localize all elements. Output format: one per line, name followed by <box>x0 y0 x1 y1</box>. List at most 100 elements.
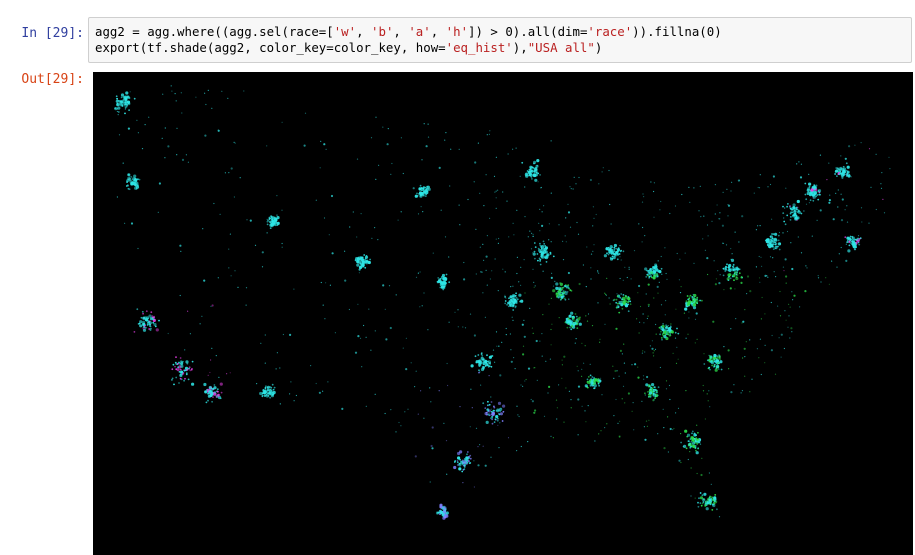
map-dot <box>851 240 854 243</box>
map-dot <box>868 148 871 150</box>
map-dot <box>654 395 657 398</box>
map-dot <box>758 187 761 189</box>
map-dot <box>490 410 493 413</box>
map-dot <box>703 353 705 355</box>
map-dot <box>457 326 459 328</box>
map-dot <box>520 299 524 303</box>
map-dot <box>463 278 466 281</box>
map-dot <box>218 376 220 378</box>
map-dot <box>759 225 761 227</box>
map-dot <box>133 174 137 178</box>
map-dot <box>367 260 371 265</box>
map-dot <box>522 353 525 356</box>
map-dot <box>494 418 497 421</box>
map-dot <box>356 263 360 267</box>
map-dot <box>180 371 183 374</box>
map-dot <box>421 159 423 161</box>
map-dot <box>562 259 565 261</box>
map-dot <box>813 184 816 187</box>
map-dot <box>462 326 464 328</box>
map-dot <box>512 304 515 307</box>
map-dot <box>619 277 621 280</box>
map-dot <box>618 253 621 255</box>
map-dot <box>217 390 219 393</box>
map-dot <box>471 407 473 409</box>
map-dot <box>716 508 718 511</box>
map-dot <box>697 447 700 450</box>
code-cell[interactable]: agg2 = agg.where((agg.sel(race=['w', 'b'… <box>88 17 912 63</box>
map-dot <box>625 304 628 307</box>
map-dot <box>789 205 791 207</box>
map-dot <box>732 263 735 266</box>
map-dot <box>659 366 662 369</box>
map-dot <box>714 368 718 372</box>
map-dot <box>688 317 690 319</box>
map-dot <box>520 284 522 286</box>
map-dot <box>639 305 642 308</box>
map-dot <box>701 457 703 459</box>
map-dot <box>880 187 883 189</box>
map-dot <box>181 158 185 161</box>
map-dot <box>586 378 589 381</box>
map-dot <box>485 255 488 258</box>
map-dot <box>491 418 493 421</box>
map-dot <box>574 342 576 344</box>
map-dot <box>779 290 781 293</box>
map-dot <box>688 296 691 298</box>
map-dot <box>578 282 581 286</box>
map-dot <box>175 100 177 102</box>
map-dot <box>733 279 735 282</box>
map-dot <box>631 364 633 366</box>
map-dot <box>484 464 487 467</box>
map-dot <box>792 206 796 210</box>
map-dot <box>648 391 653 395</box>
map-dot <box>429 387 431 389</box>
map-dot <box>709 406 711 408</box>
map-dot <box>361 263 365 267</box>
map-dot <box>681 193 683 196</box>
map-dot <box>577 398 580 401</box>
map-dot <box>615 247 617 250</box>
map-dot <box>504 294 506 296</box>
map-dot <box>660 337 663 339</box>
map-dot <box>545 248 548 250</box>
map-dot <box>509 333 511 335</box>
map-dot <box>671 331 674 334</box>
map-dot <box>429 481 431 483</box>
map-dot <box>512 295 514 298</box>
map-dot <box>690 467 692 469</box>
map-dot <box>719 358 721 360</box>
map-dot <box>593 387 595 390</box>
map-dot <box>714 494 717 496</box>
map-dot <box>703 215 705 217</box>
map-dot <box>792 203 796 207</box>
map-dot <box>741 322 743 324</box>
map-dot <box>390 173 392 175</box>
map-dot <box>665 380 668 382</box>
map-dot <box>525 378 527 381</box>
map-dot <box>687 458 689 461</box>
map-dot <box>371 237 373 239</box>
map-dot <box>577 434 579 436</box>
map-dot <box>505 327 507 330</box>
map-dot <box>808 202 811 204</box>
map-dot <box>678 459 681 462</box>
map-dot <box>698 497 700 500</box>
map-dot <box>543 250 547 254</box>
map-dot <box>497 401 502 405</box>
map-dot <box>783 220 786 223</box>
map-dot <box>607 253 610 256</box>
map-dot <box>730 258 735 262</box>
map-dot <box>118 134 121 136</box>
map-dot <box>482 292 484 294</box>
map-dot <box>510 349 512 351</box>
map-dot <box>521 161 524 164</box>
map-dot <box>179 377 182 380</box>
map-dot <box>382 284 385 287</box>
map-dot <box>356 236 358 238</box>
map-dot <box>142 328 147 332</box>
map-dot <box>543 415 546 417</box>
map-dot <box>775 276 777 278</box>
map-dot <box>706 257 709 260</box>
map-dot <box>534 169 537 172</box>
